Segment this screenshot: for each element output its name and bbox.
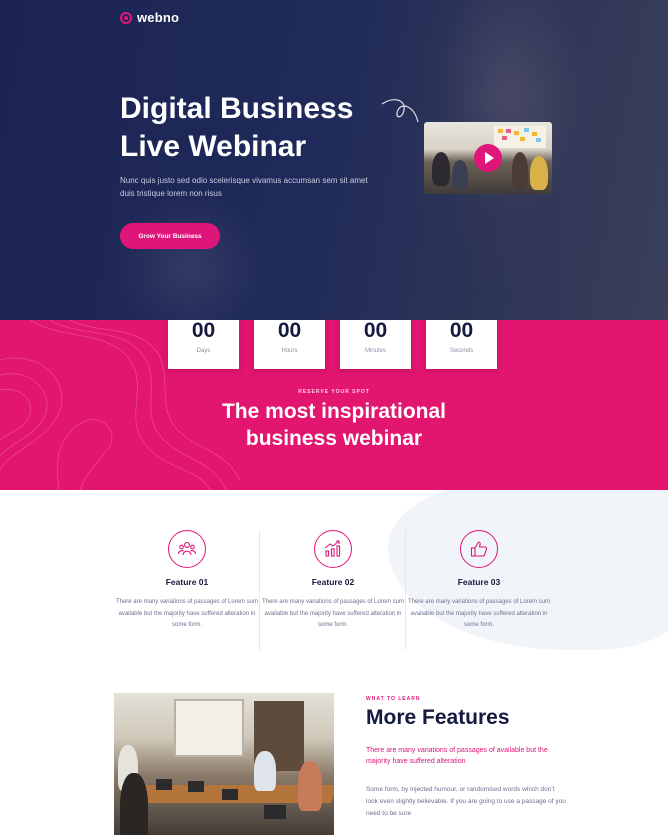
- countdown-label: Minutes: [364, 347, 386, 354]
- more-highlight-text: There are many variations of passages of…: [366, 747, 548, 765]
- hero-section: webno Digital Business Live Webinar Nunc…: [0, 0, 668, 320]
- more-body-text: Some form, by injected humour, or random…: [366, 786, 566, 817]
- video-thumbnail[interactable]: [424, 122, 552, 194]
- office-laptop: [156, 779, 172, 790]
- more-eyebrow: WHAT TO LEARN: [366, 696, 421, 702]
- countdown-timer: 00 Days 00 Hours 00 Minutes 00 Seconds: [168, 320, 497, 369]
- countdown-value: 00: [277, 320, 302, 342]
- countdown-label: Seconds: [449, 347, 474, 354]
- office-person: [120, 773, 148, 835]
- play-icon[interactable]: [474, 144, 502, 172]
- reserve-title-line1: The most inspirational: [221, 400, 447, 423]
- feature-description: There are many variations of passages of…: [115, 599, 259, 628]
- hero-title-line1: Digital Business: [120, 92, 354, 125]
- thumbs-up-icon: [460, 530, 498, 568]
- countdown-hours: 00 Hours: [254, 320, 325, 369]
- office-window: [174, 699, 244, 757]
- logo-icon: [120, 11, 132, 24]
- feature-title: Feature 03: [457, 577, 501, 587]
- brand-logo[interactable]: webno: [120, 10, 179, 25]
- hero-title-line2: Live Webinar: [120, 130, 307, 163]
- office-meeting-photo: [114, 693, 334, 835]
- feature-card-01: Feature 01 There are many variations of …: [114, 530, 260, 632]
- countdown-seconds: 00 Seconds: [426, 320, 497, 369]
- hero-description: Nunc quis justo sed odio scelerisque viv…: [120, 176, 368, 198]
- feature-description: There are many variations of passages of…: [261, 599, 405, 628]
- countdown-value: 00: [363, 320, 388, 342]
- hero-background-shadow: [110, 190, 270, 320]
- logo-text: webno: [137, 10, 180, 25]
- team-icon: [168, 530, 206, 568]
- countdown-value: 00: [191, 320, 216, 342]
- reserve-section: 00 Days 00 Hours 00 Minutes 00 Seconds R…: [0, 320, 668, 490]
- reserve-title: The most inspirational business webinar: [0, 398, 668, 452]
- decorative-swirl-icon: [381, 99, 419, 123]
- feature-card-02: Feature 02 There are many variations of …: [260, 530, 406, 632]
- feature-title: Feature 02: [311, 577, 355, 587]
- grow-business-button[interactable]: Grow Your Business: [120, 223, 220, 249]
- office-laptop: [188, 781, 204, 792]
- reserve-eyebrow: RESERVE YOUR SPOT: [298, 389, 370, 395]
- feature-title: Feature 01: [165, 577, 209, 587]
- countdown-label: Days: [196, 347, 211, 354]
- office-person: [298, 761, 322, 811]
- more-features-section: WHAT TO LEARN More Features There are ma…: [0, 690, 668, 835]
- countdown-value: 00: [449, 320, 474, 342]
- office-laptop: [264, 805, 286, 819]
- feature-card-03: Feature 03 There are many variations of …: [406, 530, 552, 632]
- countdown-minutes: 00 Minutes: [340, 320, 411, 369]
- reserve-title-line2: business webinar: [245, 427, 423, 450]
- office-laptop: [222, 789, 238, 800]
- office-person: [254, 751, 276, 791]
- countdown-days: 00 Days: [168, 320, 239, 369]
- feature-description: There are many variations of passages of…: [407, 599, 551, 628]
- features-section: Feature 01 There are many variations of …: [0, 490, 668, 690]
- countdown-label: Hours: [281, 347, 298, 354]
- growth-chart-icon: [314, 530, 352, 568]
- more-features-title: More Features: [366, 706, 510, 729]
- hero-title: Digital Business Live Webinar: [120, 90, 390, 166]
